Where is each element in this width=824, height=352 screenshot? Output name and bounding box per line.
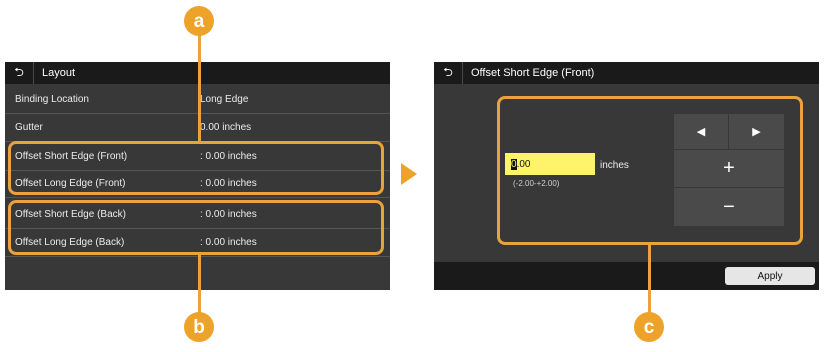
setting-value: Long Edge: [200, 94, 249, 105]
callout-b-leader: [198, 254, 201, 318]
back-arrow-icon: ⮌: [14, 64, 24, 79]
offset-titlebar: ⮌ Offset Short Edge (Front): [434, 62, 819, 84]
setting-label: Gutter: [15, 122, 43, 133]
highlight-back-group: [8, 200, 384, 255]
setting-label: Binding Location: [15, 94, 89, 105]
callout-a: a: [184, 6, 214, 36]
back-arrow-icon: ⮌: [443, 64, 453, 79]
back-button[interactable]: ⮌: [434, 62, 463, 84]
setting-value: 0.00 inches: [200, 122, 252, 133]
callout-c-leader: [648, 244, 651, 318]
callout-b: b: [184, 312, 214, 342]
highlight-front-group: [8, 141, 384, 195]
callout-a-leader: [198, 34, 201, 142]
screen-title: Offset Short Edge (Front): [471, 67, 595, 79]
callout-c: c: [634, 312, 664, 342]
screen-title: Layout: [42, 67, 76, 79]
transition-arrow-icon: [401, 163, 417, 185]
back-button[interactable]: ⮌: [5, 62, 34, 84]
highlight-input-panel: [497, 96, 803, 245]
apply-button[interactable]: Apply: [725, 267, 815, 285]
